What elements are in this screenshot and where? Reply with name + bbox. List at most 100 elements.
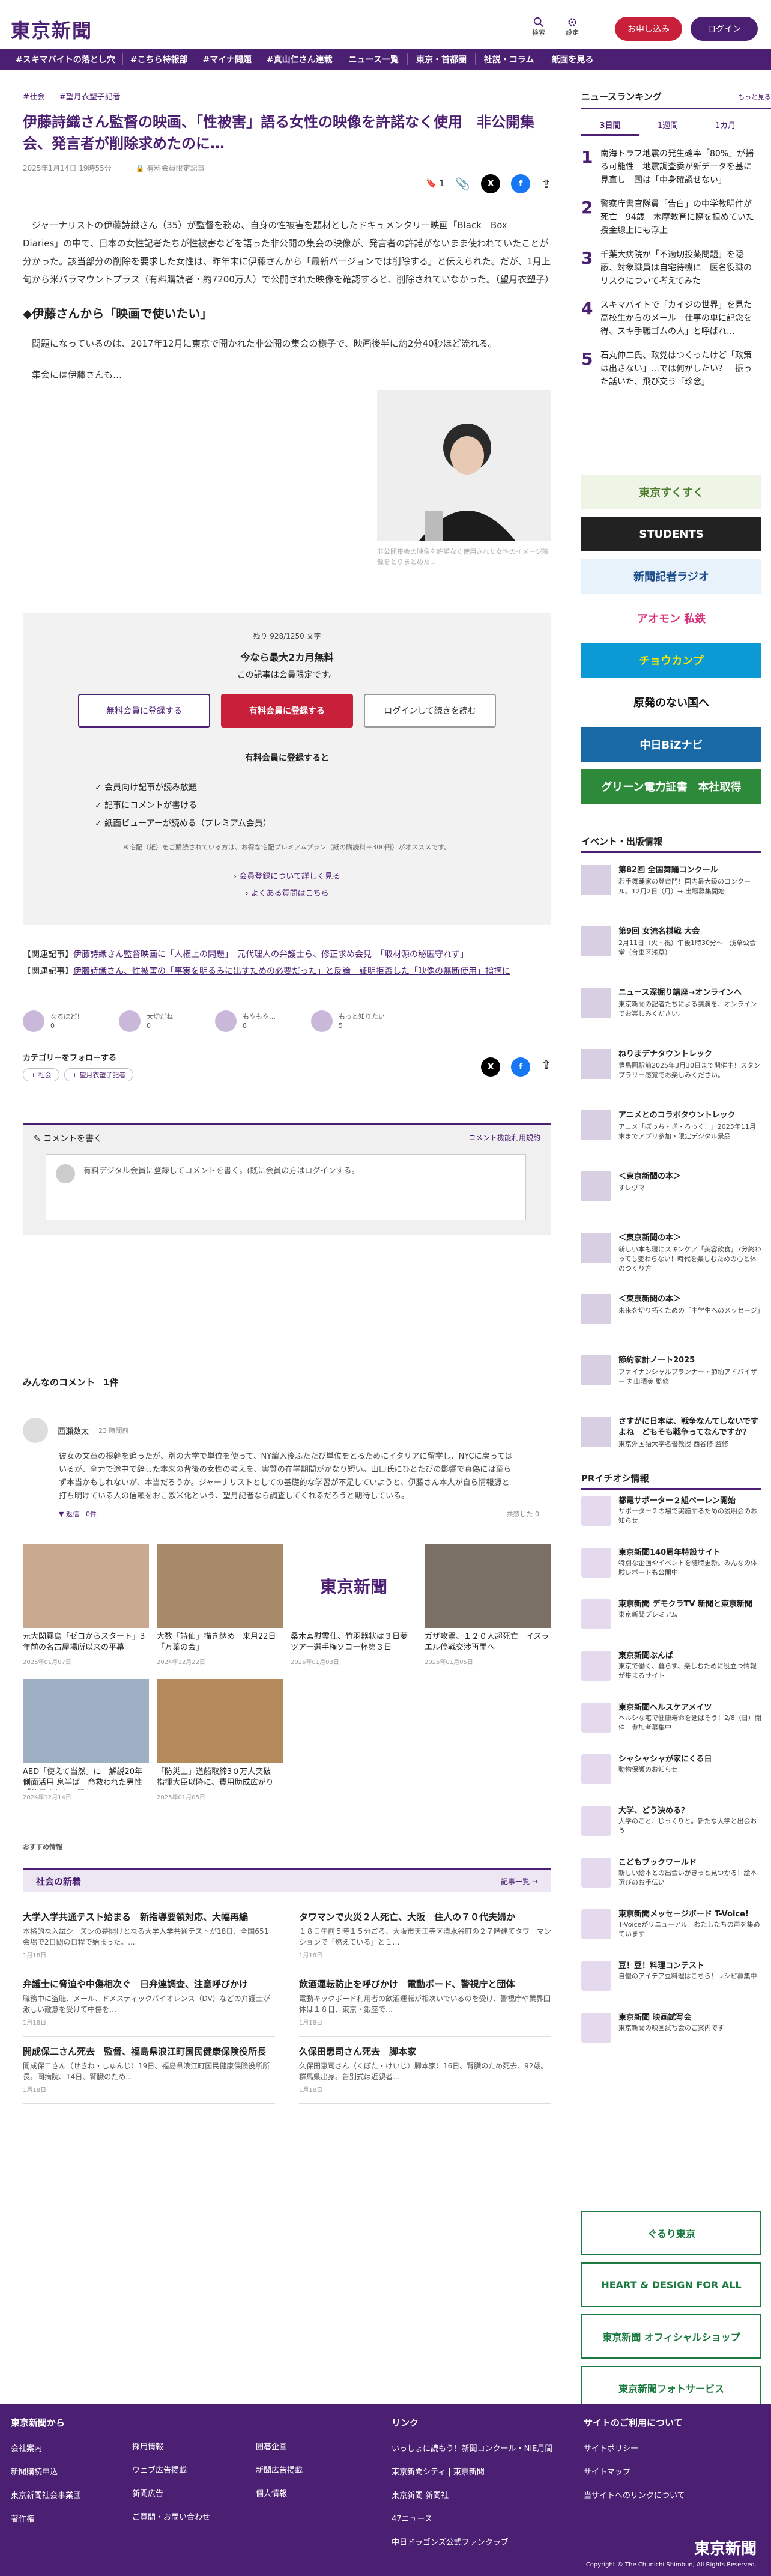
news-item[interactable]: タワマンで火災２人死亡、大阪 住人の７０代夫婦か １８日午前５時１５分ごろ、大阪市… xyxy=(299,1902,551,1969)
facebook-share-icon[interactable]: f xyxy=(511,1057,531,1077)
grid-card[interactable]: 東京新聞 桑木宮慰霊仕、竹羽器状は３日菱 ツアー選手権ソコー杯第３日 2025年01… xyxy=(291,1544,417,1666)
footer-link[interactable]: 当サイトへのリンクについて xyxy=(584,2489,685,2500)
sidebar-banner[interactable]: 新聞記者ラジオ xyxy=(581,559,761,594)
share-icon[interactable]: ⇪ xyxy=(541,177,551,191)
reply-toggle[interactable]: ▼ 返信 0件 xyxy=(59,1510,97,1518)
footer-link[interactable]: サイトポリシー xyxy=(584,2442,685,2453)
footer-link[interactable]: サイトマップ xyxy=(584,2465,685,2477)
pr-item[interactable]: 大学、どう決める？ 大学のこと、じっくりと。新たな大学と出会おう xyxy=(581,1806,761,1852)
follow-tag[interactable]: + 望月衣塑子記者 xyxy=(64,1068,134,1081)
pr-item[interactable]: 都電サポーター２組ペーレン開始 サポーター２の場で実施するための説明会のお知らせ xyxy=(581,1496,761,1542)
comment-input[interactable]: 有料デジタル会員に登録してコメントを書く。(既に会員の方はログインする。 xyxy=(46,1154,526,1220)
facebook-share-icon[interactable]: f xyxy=(511,174,531,193)
event-item[interactable]: ＜東京新聞の本＞ 未来を切り拓くための「中学生へのメッセージ」 xyxy=(581,1294,764,1340)
footer-link[interactable]: 採用情報 xyxy=(132,2440,210,2452)
crumb-society[interactable]: #社会 xyxy=(23,90,45,102)
event-item[interactable]: ねりまデナタウントレック 豊島園駅前2025年3月30日まで開催中！スタンプラリー… xyxy=(581,1049,761,1095)
event-item[interactable]: ニュース深掘り講座→オンラインへ 東京新聞の記者たちによる講演を、オンラインでお楽… xyxy=(581,988,761,1033)
pr-item[interactable]: 東京新聞 デモクラTV 新聞と東京新聞 東京新聞プレミアム xyxy=(581,1599,761,1645)
news-item[interactable]: 大学入学共通テスト始まる 新指導要領対応、大幅再編 本格的な入試シーズンの幕開けと… xyxy=(23,1902,275,1969)
share-icon[interactable]: ⇪ xyxy=(541,1057,551,1077)
sidebar-banner[interactable]: 原発のない国へ xyxy=(581,685,761,720)
tab-3days[interactable]: 3日間 xyxy=(581,115,639,136)
reaction-button[interactable]: もっと知りたい 5 xyxy=(311,1003,407,1039)
sidebar-banner[interactable]: STUDENTS xyxy=(581,517,761,551)
nav-tag[interactable]: #スキマバイトの落とし穴 xyxy=(8,53,123,65)
footer-link[interactable]: 新聞広告掲載 xyxy=(256,2464,303,2475)
pr-item[interactable]: 東京新聞 映画試写会 東京新聞の映画試写会のご案内です xyxy=(581,2012,761,2058)
nav-menu[interactable]: 紙面を見る xyxy=(542,53,602,65)
tab-1month[interactable]: 1カ月 xyxy=(697,115,754,136)
like-button[interactable]: 共感した 0 xyxy=(507,1509,540,1519)
society-more-link[interactable]: 記事一覧 → xyxy=(501,1876,538,1886)
footer-link[interactable]: 会社案内 xyxy=(11,2442,81,2453)
ranking-more-link[interactable]: もっと見る xyxy=(738,92,771,102)
footer-link[interactable]: 47ニュース xyxy=(392,2512,552,2524)
footer-logo[interactable]: 東京新聞 xyxy=(694,2536,757,2559)
crumb-reporter[interactable]: #望月衣塑子記者 xyxy=(59,90,121,102)
footer-link[interactable]: 新聞購読申込 xyxy=(11,2465,81,2477)
login-read-button[interactable]: ログインして続きを読む xyxy=(364,694,496,728)
event-item[interactable]: アニメとのコラボタウントレック アニメ「ぼっち・ざ・ろっく！」2025年11月末ま… xyxy=(581,1110,761,1156)
pr-item[interactable]: 東京新聞ぶんぱ 東京で働く、暮らす、楽しむために役立つ情報が集まるサイト xyxy=(581,1651,761,1697)
bookmark-button[interactable]: 🔖 1 xyxy=(426,179,445,189)
event-item[interactable]: ＜東京新聞の本＞ 新しい本も寝にスキンケア「美容飲食」7分終わっても変わらない！時… xyxy=(581,1233,761,1278)
signup-button[interactable]: お申し込み xyxy=(615,17,682,41)
grid-card[interactable]: AED「使えて当然」に 解説20年 側面活用 息半ば 命救われた男性「使用されな… xyxy=(23,1679,149,1801)
footer-link[interactable]: 中日ドラゴンズ公式ファンクラブ xyxy=(392,2536,552,2547)
site-logo[interactable]: 東京新聞 xyxy=(11,16,92,43)
clip-icon[interactable]: 📎 xyxy=(455,177,470,191)
sidebar-banner[interactable]: アオモン 私鉄 xyxy=(581,601,761,636)
pr-item[interactable]: 東京新聞メッセージボード T-Voice! T-Voiceがリニューアル！わたした… xyxy=(581,1909,761,1955)
news-item[interactable]: 飲酒運転防止を呼びかけ 電動ボード、警視庁と団体 電動キックボード利用者の飲酒運転… xyxy=(299,1969,551,2037)
ranking-item[interactable]: 3 千葉大病院が「不適切投薬問題」を隠蔽、対象職員は自宅待機に 医名役職のリスクに… xyxy=(581,248,771,288)
news-item[interactable]: 久保田恵司さん死去 脚本家 久保田恵司さん（くぼた・けいじ）脚本家）16日、腎臓の… xyxy=(299,2037,551,2104)
sidebar-banner[interactable]: チョウカンプ xyxy=(581,643,761,678)
footer-link[interactable]: 新聞広告 xyxy=(132,2487,210,2499)
nav-tag[interactable]: #マイナ問題 xyxy=(195,53,259,65)
comment-rules-link[interactable]: コメント機能利用規約 xyxy=(468,1132,540,1144)
grid-card[interactable]: 大数「詩仙」描き納め 来月22日「万葉の会」 2024年12月22日 xyxy=(157,1544,283,1666)
event-item[interactable]: さすがに日本は、戦争なんてしないですよね どもそも戦争ってなんですか？ 東京外国語… xyxy=(581,1417,761,1462)
ranking-item[interactable]: 2 警察庁書官隊員「告白」の中学教明件が死亡 94歳 木摩教育に際を担めていた授金… xyxy=(581,198,771,237)
footer-link[interactable]: ご質問・お問い合わせ xyxy=(132,2511,210,2522)
membership-details-link[interactable]: › 会員登録について詳しく見る xyxy=(23,869,551,886)
search-button[interactable]: 検索 xyxy=(532,17,545,37)
sidebar-banner[interactable]: 中日BiZナビ xyxy=(581,727,761,762)
grid-card[interactable]: 「防災土」道船取締3０万人突破 指揮大臣以降に、費用助成広がり 2025年01月0… xyxy=(157,1679,283,1801)
pr-item[interactable]: こどもブックワールド 新しい絵本との出会いがきっと見つかる！絵本選びのお手伝い xyxy=(581,1858,761,1903)
free-register-button[interactable]: 無料会員に登録する xyxy=(78,694,210,728)
footer-link[interactable]: いっしょに読もう！新聞コンクール・NIE月間 xyxy=(392,2442,552,2453)
footer-link[interactable]: 東京新聞シティ | 東京新聞 xyxy=(392,2465,552,2477)
nav-menu[interactable]: 社説・コラム xyxy=(474,53,543,65)
grid-card[interactable]: ガザ攻撃、１２０人超死亡 イスラエル停戦交渉再開へ 2025年01月05日 xyxy=(425,1544,551,1666)
ranking-item[interactable]: 1 南海トラフ地震の発生確率「80%」が揺る可能性 地震調査委が新データを基に見直… xyxy=(581,147,771,187)
article-photo[interactable] xyxy=(377,390,551,541)
sidebar-bottom-banner[interactable]: 東京新聞 オフィシャルショップ xyxy=(581,2314,761,2359)
nav-menu[interactable]: ニュース一覧 xyxy=(339,53,407,65)
sidebar-banner[interactable]: 東京すくすく xyxy=(581,475,761,509)
footer-link[interactable]: 著作権 xyxy=(11,2512,81,2524)
footer-link[interactable]: ウェブ広告掲載 xyxy=(132,2464,210,2475)
footer-link[interactable]: 東京新聞社会事業団 xyxy=(11,2489,81,2500)
nav-tag[interactable]: #真山仁さん連載 xyxy=(259,53,340,65)
ranking-item[interactable]: 4 スキマバイトで「カイジの世界」を見た高校生からのメール 仕事の単に記念を得、ス… xyxy=(581,299,771,338)
pr-item[interactable]: 東京新聞ヘルスケアメイツ ヘルシな宅で健康寿命を延ばそう！2/8（日）開催 参加者… xyxy=(581,1703,761,1748)
related-link[interactable]: 伊藤詩織さん監督映画に「人権上の問題」 元代理人の弁護士ら、修正求め会見 「取材… xyxy=(73,950,468,959)
reaction-button[interactable]: なるほど！ 0 xyxy=(23,1003,119,1039)
related-link[interactable]: 伊藤詩織さん、性被害の「事実を明るみに出すための必要だった」と反論 証明拒否した… xyxy=(73,967,510,976)
footer-link[interactable]: 東京新聞 新聞社 xyxy=(392,2489,552,2500)
grid-card[interactable]: 元大関霧島「ゼロからスタート」3年前の名古屋場所以来の平幕 2025年01月07日 xyxy=(23,1544,149,1666)
sidebar-bottom-banner[interactable]: 東京新聞フォトサービス xyxy=(581,2366,761,2410)
nav-tag[interactable]: #こちら特報部 xyxy=(123,53,196,65)
settings-button[interactable]: 設定 xyxy=(566,17,579,37)
reaction-button[interactable]: もやもや… 8 xyxy=(215,1003,311,1039)
sidebar-bottom-banner[interactable]: HEART & DESIGN FOR ALL xyxy=(581,2262,761,2307)
ranking-item[interactable]: 5 石丸伸二氏、政党はつくったけど「政策は出さない」…では何がしたい？ 振った話い… xyxy=(581,349,771,389)
sidebar-banner[interactable]: グリーン電力証書 本社取得 xyxy=(581,769,761,804)
faq-link[interactable]: › よくある質問はこちら xyxy=(23,886,551,902)
paid-register-button[interactable]: 有料会員に登録する xyxy=(221,694,353,728)
pr-item[interactable]: 豆！豆！料理コンテスト 自慢のアイデア豆料理はこちら！レシピ募集中 xyxy=(581,1961,761,2006)
tab-1week[interactable]: 1週間 xyxy=(639,115,697,136)
event-item[interactable]: 節約家計ノート2025 ファイナンシャルプランナー・節約アドバイザー 丸山晴美 監… xyxy=(581,1355,761,1401)
